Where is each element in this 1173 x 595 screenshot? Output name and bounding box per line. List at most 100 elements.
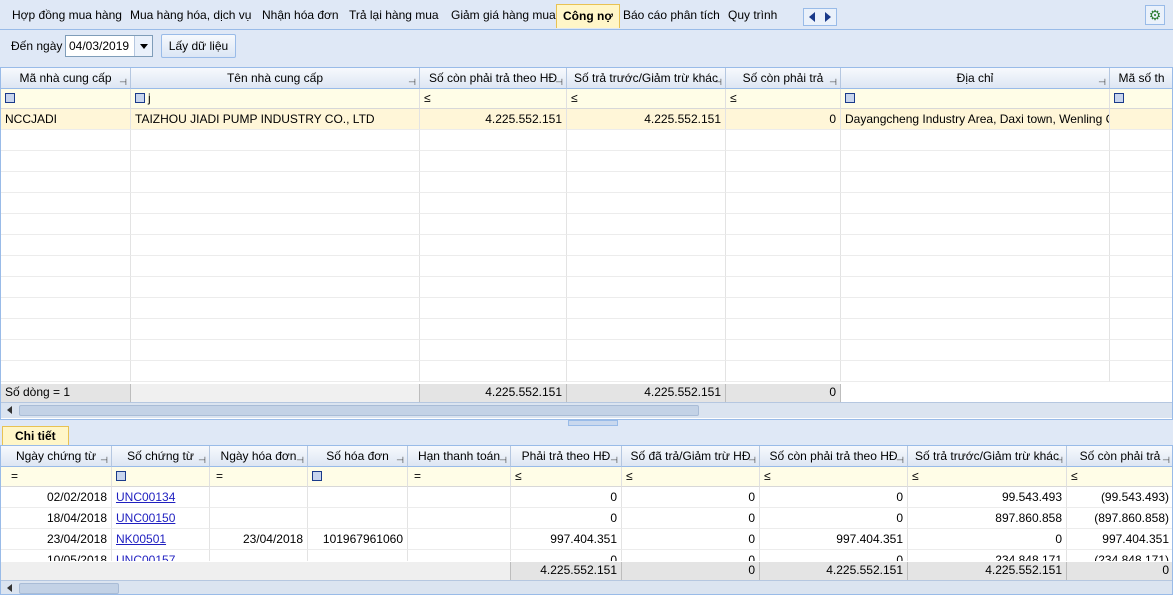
horizontal-scrollbar[interactable]: [1, 402, 1172, 418]
table-row-cell[interactable]: [308, 487, 408, 508]
filter-con-phai-tra-hd[interactable]: ≤: [760, 467, 908, 487]
pin-icon[interactable]: ⊣: [296, 450, 304, 466]
filter-ngay-hoa-don[interactable]: =: [210, 467, 308, 487]
col-header-ten-ncc[interactable]: Tên nhà cung cấp ⊣: [131, 68, 420, 89]
pin-icon[interactable]: ⊣: [714, 72, 722, 88]
chevron-down-icon[interactable]: [134, 36, 152, 56]
scrollbar-thumb[interactable]: [19, 405, 699, 416]
table-row-cell[interactable]: NCCJADI: [1, 109, 131, 130]
filter-han-thanh-toan[interactable]: =: [408, 467, 511, 487]
table-row-cell[interactable]: 0: [511, 550, 622, 561]
tab-tra-lai-hang-mua[interactable]: Trả lại hàng mua: [343, 4, 445, 28]
table-row-cell[interactable]: 997.404.351: [511, 529, 622, 550]
filter-ngay-chung-tu[interactable]: =: [1, 467, 112, 487]
tab-mua-hang-hoa-dich-vu[interactable]: Mua hàng hóa, dịch vụ: [124, 4, 257, 28]
table-row-cell[interactable]: 0: [760, 508, 908, 529]
table-row-cell[interactable]: [210, 487, 308, 508]
table-row-cell[interactable]: [408, 529, 511, 550]
tab-giam-gia-hang-mua[interactable]: Giảm giá hàng mua: [445, 4, 562, 28]
col-header-ma-ncc[interactable]: Mã nhà cung cấp ⊣: [1, 68, 131, 89]
table-row-cell[interactable]: [210, 508, 308, 529]
table-row-cell[interactable]: 0: [622, 487, 760, 508]
table-row-cell[interactable]: (234.848.171): [1067, 550, 1172, 561]
tab-bao-cao-phan-tich[interactable]: Báo cáo phân tích: [617, 4, 726, 28]
scrollbar-thumb[interactable]: [19, 583, 119, 594]
filter-so-chung-tu[interactable]: [112, 467, 210, 487]
table-row-cell[interactable]: [408, 487, 511, 508]
table-row-cell[interactable]: 997.404.351: [1067, 529, 1172, 550]
voucher-link[interactable]: NK00501: [116, 532, 166, 546]
col-header-so-chung-tu[interactable]: Số chứng từ ⊣: [112, 446, 210, 467]
scroll-left-icon[interactable]: [7, 406, 12, 414]
tab-nhan-hoa-don[interactable]: Nhận hóa đơn: [256, 4, 345, 28]
pin-icon[interactable]: ⊣: [198, 450, 206, 466]
scroll-left-icon[interactable]: [809, 12, 815, 22]
table-row-cell[interactable]: 0: [622, 508, 760, 529]
pin-icon[interactable]: ⊣: [499, 450, 507, 466]
table-row-cell[interactable]: 99.543.493: [908, 487, 1067, 508]
col-header-con-phai-tra-hd[interactable]: Số còn phải trả theo HĐ ⊣: [420, 68, 567, 89]
table-row-cell[interactable]: (897.860.858): [1067, 508, 1172, 529]
table-row-cell[interactable]: [1110, 109, 1172, 130]
fetch-data-button[interactable]: Lấy dữ liệu: [161, 34, 236, 58]
filter-dia-chi[interactable]: [841, 89, 1110, 109]
table-row-cell[interactable]: 0: [760, 487, 908, 508]
col-header-so-hoa-don[interactable]: Số hóa đơn ⊣: [308, 446, 408, 467]
table-row-cell[interactable]: 10/05/2018: [1, 550, 112, 561]
filter-icon[interactable]: [845, 93, 855, 103]
table-row-cell[interactable]: 4.225.552.151: [567, 109, 726, 130]
tab-chi-tiet[interactable]: Chi tiết: [2, 426, 69, 446]
pin-icon[interactable]: ⊣: [748, 450, 756, 466]
table-row-cell[interactable]: [308, 508, 408, 529]
table-row-cell[interactable]: 0: [908, 529, 1067, 550]
pin-icon[interactable]: ⊣: [829, 72, 837, 88]
pin-icon[interactable]: ⊣: [896, 450, 904, 466]
col-header-phai-tra-hd[interactable]: Phải trả theo HĐ ⊣: [511, 446, 622, 467]
col-header-tra-truoc[interactable]: Số trả trước/Giảm trừ khác ⊣: [567, 68, 726, 89]
pin-icon[interactable]: ⊣: [1055, 450, 1063, 466]
table-row-cell[interactable]: 0: [622, 550, 760, 561]
pin-icon[interactable]: ⊣: [1098, 72, 1106, 88]
filter-icon[interactable]: [1114, 93, 1124, 103]
table-row-cell[interactable]: 997.404.351: [760, 529, 908, 550]
col-header-ma-so-thue[interactable]: Mã số th: [1110, 68, 1172, 89]
table-row-cell[interactable]: 234.848.171: [908, 550, 1067, 561]
table-row-cell[interactable]: 02/02/2018: [1, 487, 112, 508]
splitter-grip[interactable]: [568, 420, 618, 426]
table-row-cell[interactable]: UNC00150: [112, 508, 210, 529]
table-row-cell[interactable]: 4.225.552.151: [420, 109, 567, 130]
scroll-left-icon[interactable]: [7, 584, 12, 592]
table-row-cell[interactable]: (99.543.493): [1067, 487, 1172, 508]
horizontal-scrollbar[interactable]: [1, 580, 1172, 594]
table-row-cell[interactable]: [308, 550, 408, 561]
pin-icon[interactable]: ⊣: [119, 72, 127, 88]
table-row-cell[interactable]: UNC00134: [112, 487, 210, 508]
filter-phai-tra-hd[interactable]: ≤: [511, 467, 622, 487]
filter-icon[interactable]: [135, 93, 145, 103]
filter-con-phai-tra-hd[interactable]: ≤: [420, 89, 567, 109]
tab-cong-no[interactable]: Công nợ: [556, 4, 620, 28]
filter-con-phai-tra[interactable]: ≤: [1067, 467, 1172, 487]
tab-hop-dong-mua-hang[interactable]: Hợp đồng mua hàng: [6, 4, 128, 28]
filter-da-tra[interactable]: ≤: [622, 467, 760, 487]
filter-con-phai-tra[interactable]: ≤: [726, 89, 841, 109]
col-header-han-thanh-toan[interactable]: Hạn thanh toán ⊣: [408, 446, 511, 467]
table-row-cell[interactable]: [408, 550, 511, 561]
panel-splitter[interactable]: [0, 420, 1173, 426]
tab-quy-trinh[interactable]: Quy trình: [722, 4, 783, 28]
table-row-cell[interactable]: 897.860.858: [908, 508, 1067, 529]
filter-ten-ncc[interactable]: j: [131, 89, 420, 109]
table-row-cell[interactable]: NK00501: [112, 529, 210, 550]
col-header-con-phai-tra-hd[interactable]: Số còn phải trả theo HĐ ⊣: [760, 446, 908, 467]
table-row-cell[interactable]: TAIZHOU JIADI PUMP INDUSTRY CO., LTD: [131, 109, 420, 130]
table-row-cell[interactable]: 0: [726, 109, 841, 130]
table-row-cell[interactable]: [210, 550, 308, 561]
table-row-cell[interactable]: UNC00157: [112, 550, 210, 561]
col-header-da-tra[interactable]: Số đã trả/Giảm trừ HĐ ⊣: [622, 446, 760, 467]
filter-tra-truoc[interactable]: ≤: [908, 467, 1067, 487]
scroll-right-icon[interactable]: [825, 12, 831, 22]
table-row-cell[interactable]: 0: [622, 529, 760, 550]
table-row-cell[interactable]: 23/04/2018: [210, 529, 308, 550]
pin-icon[interactable]: ⊣: [100, 450, 108, 466]
filter-icon[interactable]: [312, 471, 322, 481]
